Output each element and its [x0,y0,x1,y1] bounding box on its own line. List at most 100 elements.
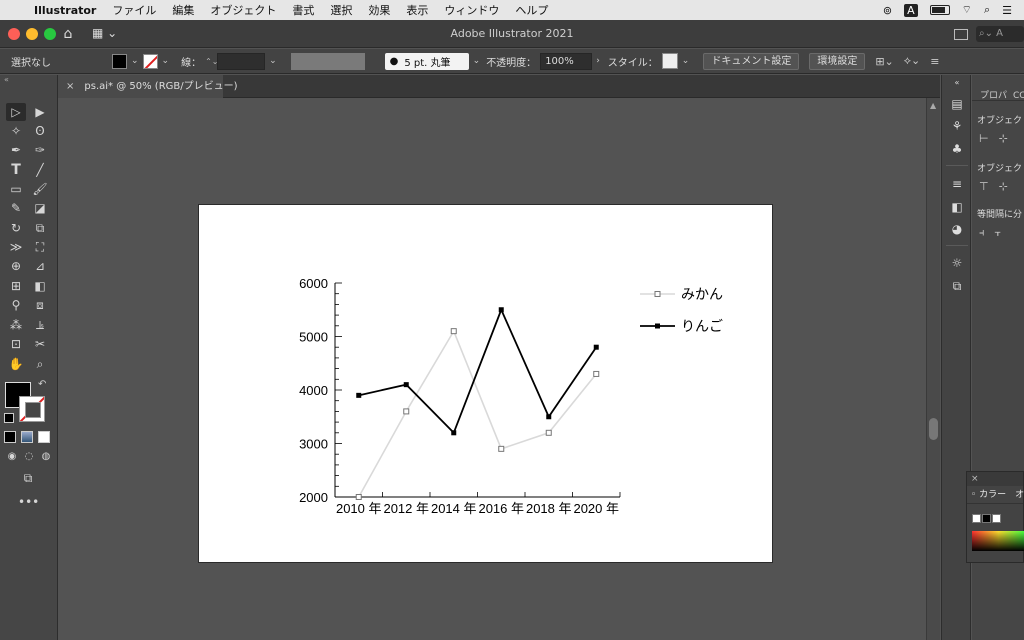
zoom-tool-icon[interactable]: ⌕ [30,355,50,373]
libraries-panel-icon[interactable]: ⚘ [949,118,965,134]
graphic-styles-panel-icon[interactable]: ⧉ [949,278,965,294]
free-transform-tool-icon[interactable]: ⛶ [30,238,50,256]
input-source-icon[interactable]: A [904,3,918,17]
appearance-panel-icon[interactable]: ☼ [949,255,965,271]
workspace-icon[interactable] [954,28,968,40]
collapse-panel-icon[interactable]: « [4,75,9,84]
menu-app[interactable]: Illustrator [30,4,104,17]
zoom-window-button[interactable] [44,28,56,40]
stroke-panel-icon[interactable]: ≡ [949,176,965,192]
chevron-down-icon[interactable]: ⌄ [162,56,170,66]
white-swatch[interactable] [992,514,1001,523]
slice-tool-icon[interactable]: ✂ [30,335,50,353]
symbol-sprayer-tool-icon[interactable]: ⁂ [6,316,26,334]
selection-tool-icon[interactable]: ▷ [6,103,26,121]
none-mode-icon[interactable] [38,431,50,443]
artboards-panel-icon[interactable]: ▤ [949,96,965,112]
document-setup-button[interactable]: ドキュメント設定 [703,52,800,70]
distribute-horizontal-icon[interactable]: ⫞ [979,226,985,240]
paintbrush-tool-icon[interactable]: 🖌 [30,180,50,198]
pen-tool-icon[interactable]: ✒ [6,141,26,159]
document-tab[interactable]: × ps.ai* @ 50% (RGB/プレビュー) [58,75,238,98]
graph-tool-icon[interactable]: ⫡ [30,316,50,334]
transform-icon[interactable]: ⟡⌄ [904,54,921,68]
panel-menu-icon[interactable]: ≡ [930,55,939,68]
stroke-weight-field[interactable] [217,52,266,70]
control-center-icon[interactable]: ☰ [1002,4,1012,17]
canvas-area[interactable]: 2000 3000 4000 5000 6000 2010 年 2012 年 2014 年 20… [58,98,926,640]
stroke-color-swatch[interactable] [19,396,45,422]
type-tool-icon[interactable]: T [6,161,26,179]
chevron-down-icon[interactable]: ⌄ [269,56,277,66]
distribute-center-icon[interactable]: ⊹ [999,180,1008,193]
distribute-vertical-icon[interactable]: ⫟ [995,226,1002,240]
fill-swatch[interactable] [112,53,127,69]
wifi-icon[interactable]: ⌔ [962,3,972,17]
close-tab-icon[interactable]: × [66,81,74,92]
artboard[interactable]: 2000 3000 4000 5000 6000 2010 年 2012 年 2014 年 20… [198,204,773,563]
menu-type[interactable]: 書式 [284,2,322,18]
menu-edit[interactable]: 編集 [164,2,202,18]
edit-toolbar-icon[interactable]: ••• [18,493,39,511]
vertical-scrollbar[interactable]: ▲ [926,98,940,640]
black-swatch[interactable] [982,514,991,523]
preferences-button[interactable]: 環境設定 [809,52,866,70]
color-mode-icon[interactable] [4,431,16,443]
shaper-tool-icon[interactable]: ✎ [6,199,26,217]
gradient-mode-icon[interactable] [21,431,33,443]
menu-file[interactable]: ファイル [104,2,164,18]
gradient-tool-icon[interactable]: ◧ [30,277,50,295]
none-swatch[interactable] [972,514,981,523]
rotate-tool-icon[interactable]: ↻ [6,219,26,237]
line-tool-icon[interactable]: ╱ [30,161,50,179]
chevron-down-icon[interactable]: ⌄ [131,56,139,66]
artboard-tool-icon[interactable]: ⊡ [6,335,26,353]
scrollbar-thumb[interactable] [929,418,938,440]
stroke-stepper[interactable]: ⌃⌄ [205,57,218,66]
menu-help[interactable]: ヘルプ [507,2,556,18]
chevron-down-icon[interactable]: ⌄ [473,56,481,66]
menu-object[interactable]: オブジェクト [202,2,284,18]
scale-tool-icon[interactable]: ⧉ [30,219,50,237]
graphic-style-swatch[interactable] [661,53,678,69]
eraser-tool-icon[interactable]: ◪ [30,199,50,217]
close-window-button[interactable] [8,28,20,40]
eyedropper-tool-icon[interactable]: ⚲ [6,296,26,314]
menu-view[interactable]: 表示 [398,2,436,18]
properties-tab[interactable]: プロパ [980,91,1007,101]
distribute-top-icon[interactable]: ⊤ [979,180,989,193]
color-spectrum[interactable] [972,531,1024,551]
arrange-documents-icon[interactable]: ▦ ⌄ [92,26,117,40]
home-icon[interactable]: ⌂ [60,26,76,42]
direct-selection-tool-icon[interactable]: ▶ [30,103,50,121]
menu-window[interactable]: ウィンドウ [436,2,507,18]
spotlight-icon[interactable]: ⌕ [984,3,990,17]
rectangle-tool-icon[interactable]: ▭ [6,180,26,198]
mesh-tool-icon[interactable]: ⊞ [6,277,26,295]
scroll-up-icon[interactable]: ▲ [930,101,936,110]
opacity-field[interactable]: 100% [540,52,593,70]
battery-icon[interactable] [929,5,950,15]
line-chart[interactable]: 200030004000500060002010 年 2012 年 2014 年 20… [199,205,774,564]
stroke-swatch[interactable] [142,53,158,69]
transparency-panel-icon[interactable]: ◕ [949,221,965,237]
creative-cloud-icon[interactable]: ⊚ [883,4,892,17]
menu-select[interactable]: 選択 [322,2,360,18]
minimize-window-button[interactable] [26,28,38,40]
search-help-input[interactable]: ⌕⌄ A [976,26,1024,42]
perspective-grid-tool-icon[interactable]: ⊿ [30,257,50,275]
curvature-tool-icon[interactable]: ✑ [30,141,50,159]
screen-mode-icon[interactable]: ⧉ [18,469,38,487]
shape-builder-tool-icon[interactable]: ⊕ [6,257,26,275]
align-left-icon[interactable]: ⊢ [979,132,989,145]
chevron-right-icon[interactable]: › [596,56,600,66]
brush-definition-select[interactable]: ● 5 pt. 丸筆 [384,52,469,70]
variable-width-profile[interactable] [290,52,365,70]
swap-fill-stroke-icon[interactable]: ↶ [38,379,46,390]
chevron-down-icon[interactable]: ⌄ [682,56,690,66]
hand-tool-icon[interactable]: ✋ [6,355,26,373]
color-panel-tab[interactable]: ◦ カラー オ [967,486,1024,504]
gradient-panel-icon[interactable]: ◧ [949,199,965,215]
lasso-tool-icon[interactable]: ʘ [30,122,50,140]
default-fill-stroke-icon[interactable] [4,413,14,423]
